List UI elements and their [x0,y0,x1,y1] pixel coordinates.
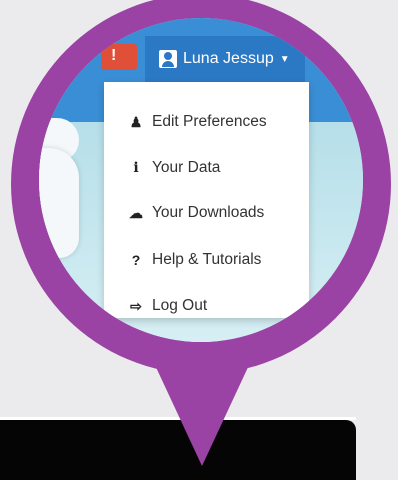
menu-item-label: Log Out [152,297,208,314]
sign-out-icon: ⇨ [130,297,142,314]
cloud-download-icon: ☁ [129,204,143,221]
user-dropdown-menu: ♟ Edit Preferences i Your Data ☁ Your Do… [104,82,309,318]
badge-text: ! [111,47,117,64]
info-icon: i [133,160,139,176]
notification-badge[interactable]: ! [101,44,137,70]
zoom-lens: ! Luna Jessup ▼ ♟ Edit Preferences i You… [39,18,363,342]
menu-item-label: Edit Preferences [152,113,267,130]
user-icon [159,50,177,68]
menu-item-label: Your Data [152,159,221,176]
question-icon: ? [131,252,141,268]
user-icon: ♟ [129,113,143,130]
menu-item-help-tutorials[interactable]: ? Help & Tutorials [104,240,309,280]
menu-item-your-downloads[interactable]: ☁ Your Downloads [104,193,309,233]
menu-item-label: Your Downloads [152,204,265,221]
menu-item-your-data[interactable]: i Your Data [104,148,309,188]
caret-down-icon: ▼ [279,53,290,65]
user-menu-toggle[interactable]: Luna Jessup ▼ [145,36,305,82]
hero-illustration [39,148,79,258]
menu-item-label: Help & Tutorials [152,251,262,268]
user-name: Luna Jessup [183,50,274,67]
menu-item-log-out[interactable]: ⇨ Log Out [104,286,309,326]
callout-stage: ! Luna Jessup ▼ ♟ Edit Preferences i You… [0,0,398,480]
menu-item-edit-preferences[interactable]: ♟ Edit Preferences [104,102,309,142]
